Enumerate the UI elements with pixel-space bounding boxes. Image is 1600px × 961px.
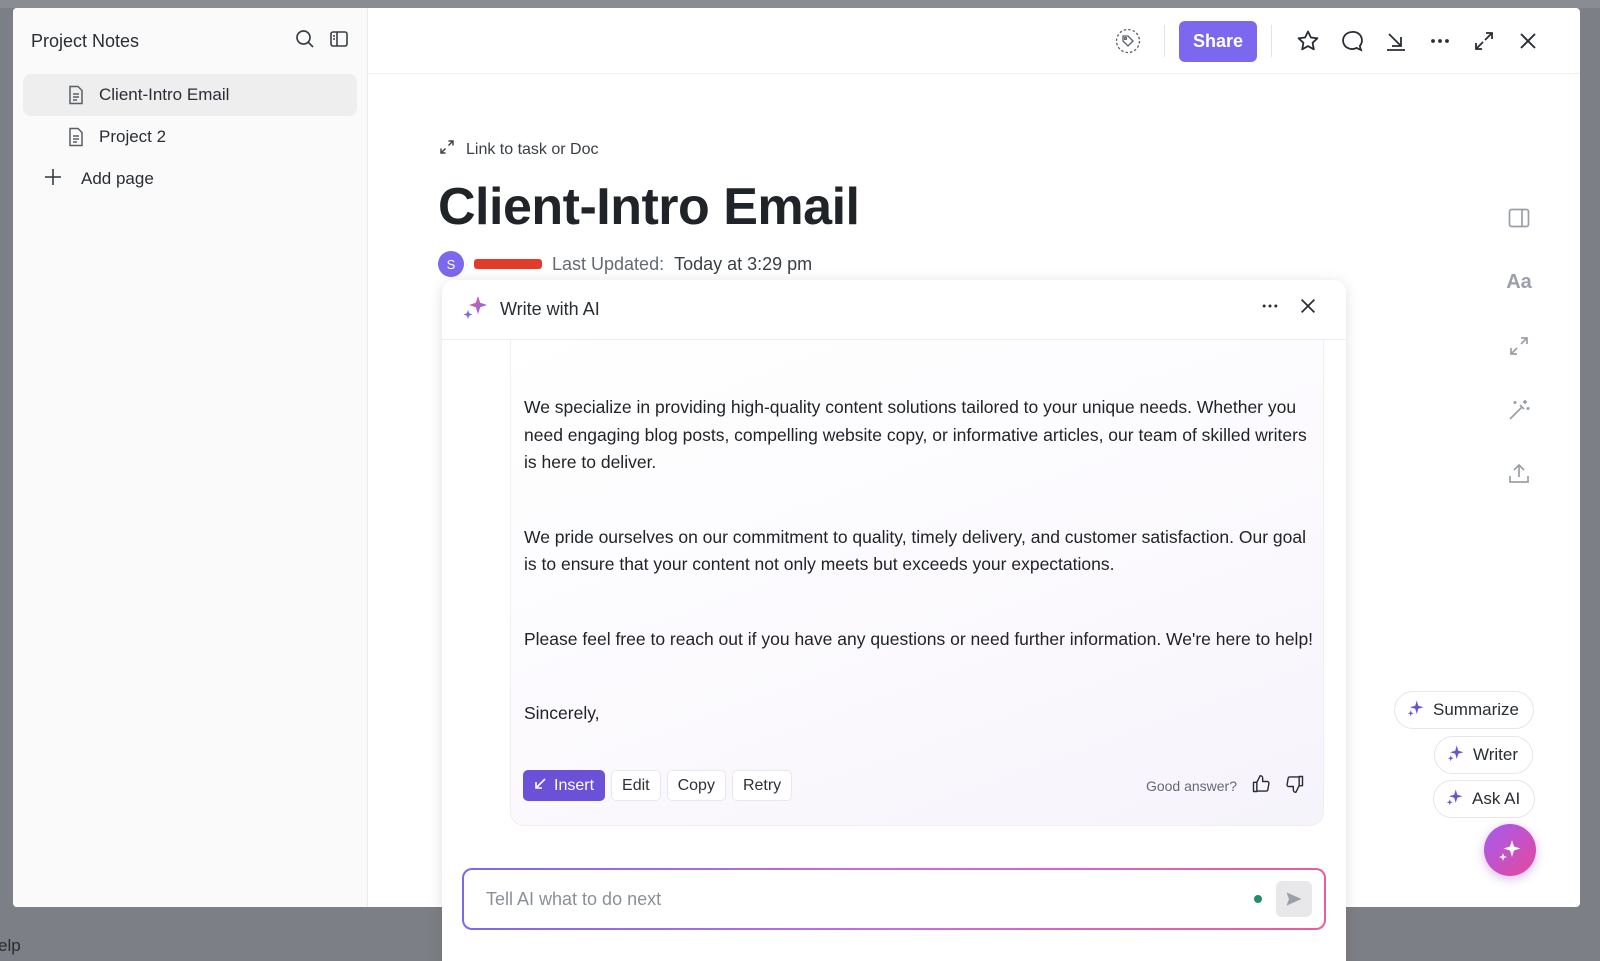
avatar[interactable]: S	[438, 251, 464, 277]
background-strip	[0, 0, 1600, 8]
doc-meta: S Last Updated: Today at 3:29 pm	[438, 251, 859, 277]
share-button[interactable]: Share	[1178, 20, 1257, 62]
top-bar-actions: Share	[1106, 18, 1550, 64]
plus-icon	[43, 167, 63, 192]
add-page-button[interactable]: Add page	[23, 158, 357, 200]
ask-ai-button[interactable]: Ask AI	[1433, 780, 1536, 818]
writer-button[interactable]: Writer	[1434, 736, 1534, 774]
sidebar-item-label: Project 2	[99, 127, 167, 146]
answer-feedback: Good answer?	[1146, 774, 1305, 797]
sidebar-tools	[295, 29, 349, 54]
ai-prompt-box	[462, 868, 1326, 930]
sidebar-item-client-intro-email[interactable]: Client-Intro Email	[23, 74, 357, 116]
close-icon[interactable]	[1506, 19, 1550, 63]
feedback-label: Good answer?	[1145, 777, 1237, 794]
insert-label: Insert	[554, 776, 595, 794]
ai-panel-header: Write with AI	[442, 280, 1346, 340]
summarize-button[interactable]: Summarize	[1394, 691, 1534, 729]
ask-ai-label: Ask AI	[1472, 789, 1521, 808]
thumbs-down-icon[interactable]	[1285, 774, 1305, 797]
search-icon[interactable]	[295, 29, 315, 54]
comment-icon[interactable]	[1330, 19, 1374, 63]
link-icon	[438, 138, 456, 161]
link-task-icon[interactable]	[1504, 331, 1534, 361]
download-icon[interactable]	[1374, 19, 1418, 63]
upload-icon[interactable]	[1504, 459, 1534, 489]
ai-panel-header-actions	[1260, 296, 1318, 321]
last-updated-label: Last Updated:	[552, 253, 665, 274]
thumbs-up-icon[interactable]	[1251, 774, 1271, 797]
divider	[1271, 25, 1272, 57]
top-bar: Share	[368, 8, 1580, 74]
write-with-ai-panel: Write with AI We specialize in providing…	[442, 280, 1346, 961]
insert-arrow-icon	[534, 777, 546, 795]
sidebar-title: Project Notes	[31, 30, 140, 51]
document-icon	[67, 127, 85, 152]
star-icon[interactable]	[1286, 19, 1330, 63]
copy-button[interactable]: Copy	[666, 770, 726, 801]
more-icon[interactable]	[1260, 296, 1280, 321]
ai-sparkle-icon	[462, 294, 488, 325]
ai-response-card: We specialize in providing high-quality …	[510, 340, 1324, 826]
ai-assistant-button[interactable]	[1484, 824, 1536, 876]
sidebar-header: Project Notes	[13, 8, 367, 74]
sparkle-icon	[1447, 744, 1465, 767]
more-icon[interactable]	[1418, 19, 1462, 63]
background-help-text: elp	[0, 936, 21, 955]
link-to-task-button[interactable]: Link to task or Doc	[438, 138, 859, 161]
ai-prompt-inner	[464, 870, 1324, 928]
sidebar: Project Notes Client-Intro Email Project…	[13, 8, 368, 907]
summarize-label: Summarize	[1433, 700, 1519, 719]
ai-response-paragraph: We specialize in providing high-quality …	[524, 397, 1307, 472]
writer-label: Writer	[1473, 745, 1519, 764]
ai-response-paragraph: We pride ourselves on our commitment to …	[524, 526, 1306, 575]
ai-response-text: We specialize in providing high-quality …	[524, 394, 1314, 775]
ai-response-actions: Insert Edit Copy Retry	[523, 770, 793, 801]
sparkle-icon	[1407, 699, 1425, 722]
sidebar-item-label: Client-Intro Email	[99, 85, 230, 104]
sidebar-item-project-2[interactable]: Project 2	[23, 116, 357, 158]
last-updated-value: Today at 3:29 pm	[674, 253, 813, 274]
redacted-author-name	[474, 259, 542, 269]
document-header: Link to task or Doc Client-Intro Email S…	[438, 138, 860, 277]
ai-prompt-input[interactable]	[486, 888, 1254, 910]
sparkle-icon	[1446, 788, 1464, 811]
close-icon[interactable]	[1298, 296, 1318, 321]
page-layout-icon[interactable]	[1504, 203, 1534, 233]
edit-button[interactable]: Edit	[611, 770, 661, 801]
doc-right-rail: Aa	[1504, 203, 1534, 489]
ai-response-paragraph: Please feel free to reach out if you hav…	[524, 628, 1314, 649]
sparkle-icon	[1499, 840, 1521, 861]
send-button[interactable]	[1276, 881, 1312, 917]
magic-wand-icon[interactable]	[1504, 395, 1534, 425]
expand-icon[interactable]	[1462, 19, 1506, 63]
send-icon	[1286, 892, 1302, 906]
ai-panel-title: Write with AI	[500, 299, 600, 319]
sidebar-toggle-icon[interactable]	[329, 29, 349, 54]
status-dot	[1254, 895, 1262, 903]
divider	[1163, 25, 1165, 57]
add-page-label: Add page	[81, 169, 154, 188]
retry-button[interactable]: Retry	[731, 770, 793, 801]
document-icon	[67, 85, 85, 110]
ai-response-signoff: Sincerely,	[524, 703, 600, 723]
tag-icon[interactable]	[1106, 19, 1150, 63]
page-title: Client-Intro Email	[438, 178, 860, 236]
link-to-task-label: Link to task or Doc	[466, 140, 599, 158]
typography-button[interactable]: Aa	[1504, 267, 1534, 297]
insert-button[interactable]: Insert	[523, 770, 606, 801]
